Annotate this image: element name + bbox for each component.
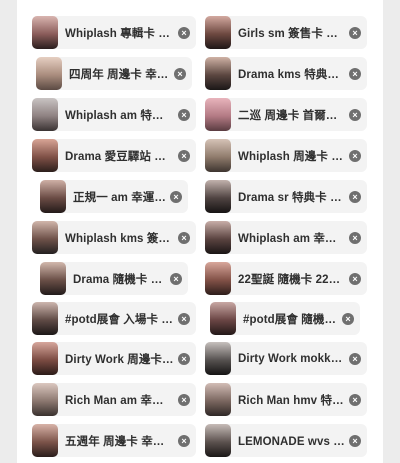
- tag-photo: [205, 262, 231, 295]
- tag-label: #potd展會 隨機卡 吉: [243, 313, 338, 326]
- tag-label: Dirty Work 周邊卡 快…: [65, 353, 174, 366]
- tag-chip[interactable]: Drama sr 特典卡 星河… ×: [205, 180, 367, 213]
- tag-photo: [32, 342, 58, 375]
- tag-photo: [205, 98, 231, 131]
- tag-list: Whiplash 專輯卡 Bea… × Girls sm 簽售卡 簽售吉 × 四…: [0, 0, 400, 463]
- tag-chip[interactable]: 二巡 周邊卡 首爾安可… ×: [205, 98, 367, 131]
- remove-tag-icon[interactable]: ×: [174, 67, 186, 80]
- remove-tag-icon[interactable]: ×: [342, 312, 354, 325]
- tag-photo: [205, 139, 231, 172]
- tag-label: 正規一 am 幸運卡 吉: [73, 191, 166, 204]
- tag-chip[interactable]: 22聖誕 隨機卡 22年… ×: [205, 262, 367, 295]
- tag-photo: [205, 16, 231, 49]
- remove-tag-icon[interactable]: ×: [349, 272, 361, 285]
- remove-tag-icon[interactable]: ×: [170, 190, 182, 203]
- tag-chip[interactable]: Rich Man am 幸運卡 … ×: [32, 383, 196, 416]
- tag-label: 五週年 周邊卡 幸運卡吉: [65, 435, 174, 448]
- remove-tag-icon[interactable]: ×: [178, 434, 190, 447]
- tag-label: Girls sm 簽售卡 簽售吉: [238, 27, 345, 40]
- tag-chip[interactable]: Girls sm 簽售卡 簽售吉 ×: [205, 16, 367, 49]
- tag-label: 22聖誕 隨機卡 22年…: [238, 273, 345, 286]
- tag-photo: [36, 57, 62, 90]
- tag-label: Whiplash 專輯卡 Bea…: [65, 27, 174, 40]
- tag-chip[interactable]: Whiplash kms 簽售… ×: [32, 221, 196, 254]
- tag-photo: [205, 180, 231, 213]
- tag-photo: [32, 139, 58, 172]
- tag-label: Whiplash 周邊卡 快…: [238, 150, 345, 163]
- remove-tag-icon[interactable]: ×: [349, 352, 361, 365]
- tag-photo: [32, 424, 58, 457]
- tag-photo: [32, 221, 58, 254]
- remove-tag-icon[interactable]: ×: [349, 67, 361, 80]
- tag-photo: [210, 302, 236, 335]
- remove-tag-icon[interactable]: ×: [349, 108, 361, 121]
- tag-photo: [205, 424, 231, 457]
- remove-tag-icon[interactable]: ×: [349, 231, 361, 244]
- tag-label: Whiplash am 幸運卡 吉: [238, 232, 345, 245]
- tag-label: LEMONADE wvs 直…: [238, 435, 345, 448]
- tag-chip[interactable]: Dirty Work mokket … ×: [205, 342, 367, 375]
- tag-chip[interactable]: Rich Man hmv 特典卡 ×: [205, 383, 367, 416]
- remove-tag-icon[interactable]: ×: [170, 272, 182, 285]
- tag-chip[interactable]: Dirty Work 周邊卡 快… ×: [32, 342, 196, 375]
- tag-chip[interactable]: #potd展會 隨機卡 吉 ×: [210, 302, 360, 335]
- tag-chip[interactable]: 五週年 周邊卡 幸運卡吉 ×: [32, 424, 196, 457]
- tag-chip[interactable]: 四周年 周邊卡 幸運卡吉 ×: [36, 57, 192, 90]
- remove-tag-icon[interactable]: ×: [349, 26, 361, 39]
- remove-tag-icon[interactable]: ×: [349, 393, 361, 406]
- tag-chip[interactable]: LEMONADE wvs 直… ×: [205, 424, 367, 457]
- tag-chip[interactable]: Whiplash am 幸運卡 吉 ×: [205, 221, 367, 254]
- tag-label: Rich Man hmv 特典卡: [238, 394, 345, 407]
- tag-photo: [32, 98, 58, 131]
- remove-tag-icon[interactable]: ×: [178, 312, 190, 325]
- tag-label: Whiplash am 特典卡 …: [65, 109, 174, 122]
- tag-label: Whiplash kms 簽售…: [65, 232, 174, 245]
- remove-tag-icon[interactable]: ×: [178, 231, 190, 244]
- tag-photo: [205, 342, 231, 375]
- tag-label: 四周年 周邊卡 幸運卡吉: [69, 68, 170, 81]
- tag-label: Drama sr 特典卡 星河…: [238, 191, 345, 204]
- tag-photo: [205, 383, 231, 416]
- remove-tag-icon[interactable]: ×: [178, 149, 190, 162]
- remove-tag-icon[interactable]: ×: [349, 190, 361, 203]
- tag-chip[interactable]: Whiplash am 特典卡 … ×: [32, 98, 196, 131]
- tag-chip[interactable]: #potd展會 入場卡 / … ×: [32, 302, 196, 335]
- tag-photo: [205, 57, 231, 90]
- remove-tag-icon[interactable]: ×: [349, 149, 361, 162]
- tag-photo: [205, 221, 231, 254]
- tag-chip[interactable]: Whiplash 周邊卡 快… ×: [205, 139, 367, 172]
- tag-chip[interactable]: Whiplash 專輯卡 Bea… ×: [32, 16, 196, 49]
- tag-label: 二巡 周邊卡 首爾安可…: [238, 109, 345, 122]
- tag-label: Drama kms 特典卡 …: [238, 68, 345, 81]
- remove-tag-icon[interactable]: ×: [349, 434, 361, 447]
- tag-chip[interactable]: Drama kms 特典卡 … ×: [205, 57, 367, 90]
- remove-tag-icon[interactable]: ×: [178, 352, 190, 365]
- tag-photo: [32, 16, 58, 49]
- tag-photo: [32, 302, 58, 335]
- tag-chip[interactable]: Drama 隨機卡 B版吉 ×: [40, 262, 188, 295]
- remove-tag-icon[interactable]: ×: [178, 26, 190, 39]
- remove-tag-icon[interactable]: ×: [178, 393, 190, 406]
- tag-chip[interactable]: 正規一 am 幸運卡 吉 ×: [40, 180, 188, 213]
- remove-tag-icon[interactable]: ×: [178, 108, 190, 121]
- tag-label: Rich Man am 幸運卡 …: [65, 394, 174, 407]
- tag-photo: [32, 383, 58, 416]
- tag-photo: [40, 180, 66, 213]
- tag-label: #potd展會 入場卡 / …: [65, 313, 174, 326]
- tag-label: Dirty Work mokket …: [238, 352, 345, 365]
- tag-photo: [40, 262, 66, 295]
- tag-chip[interactable]: Drama 愛豆驛站 幸運… ×: [32, 139, 196, 172]
- tag-label: Drama 隨機卡 B版吉: [73, 273, 166, 286]
- tag-label: Drama 愛豆驛站 幸運…: [65, 150, 174, 163]
